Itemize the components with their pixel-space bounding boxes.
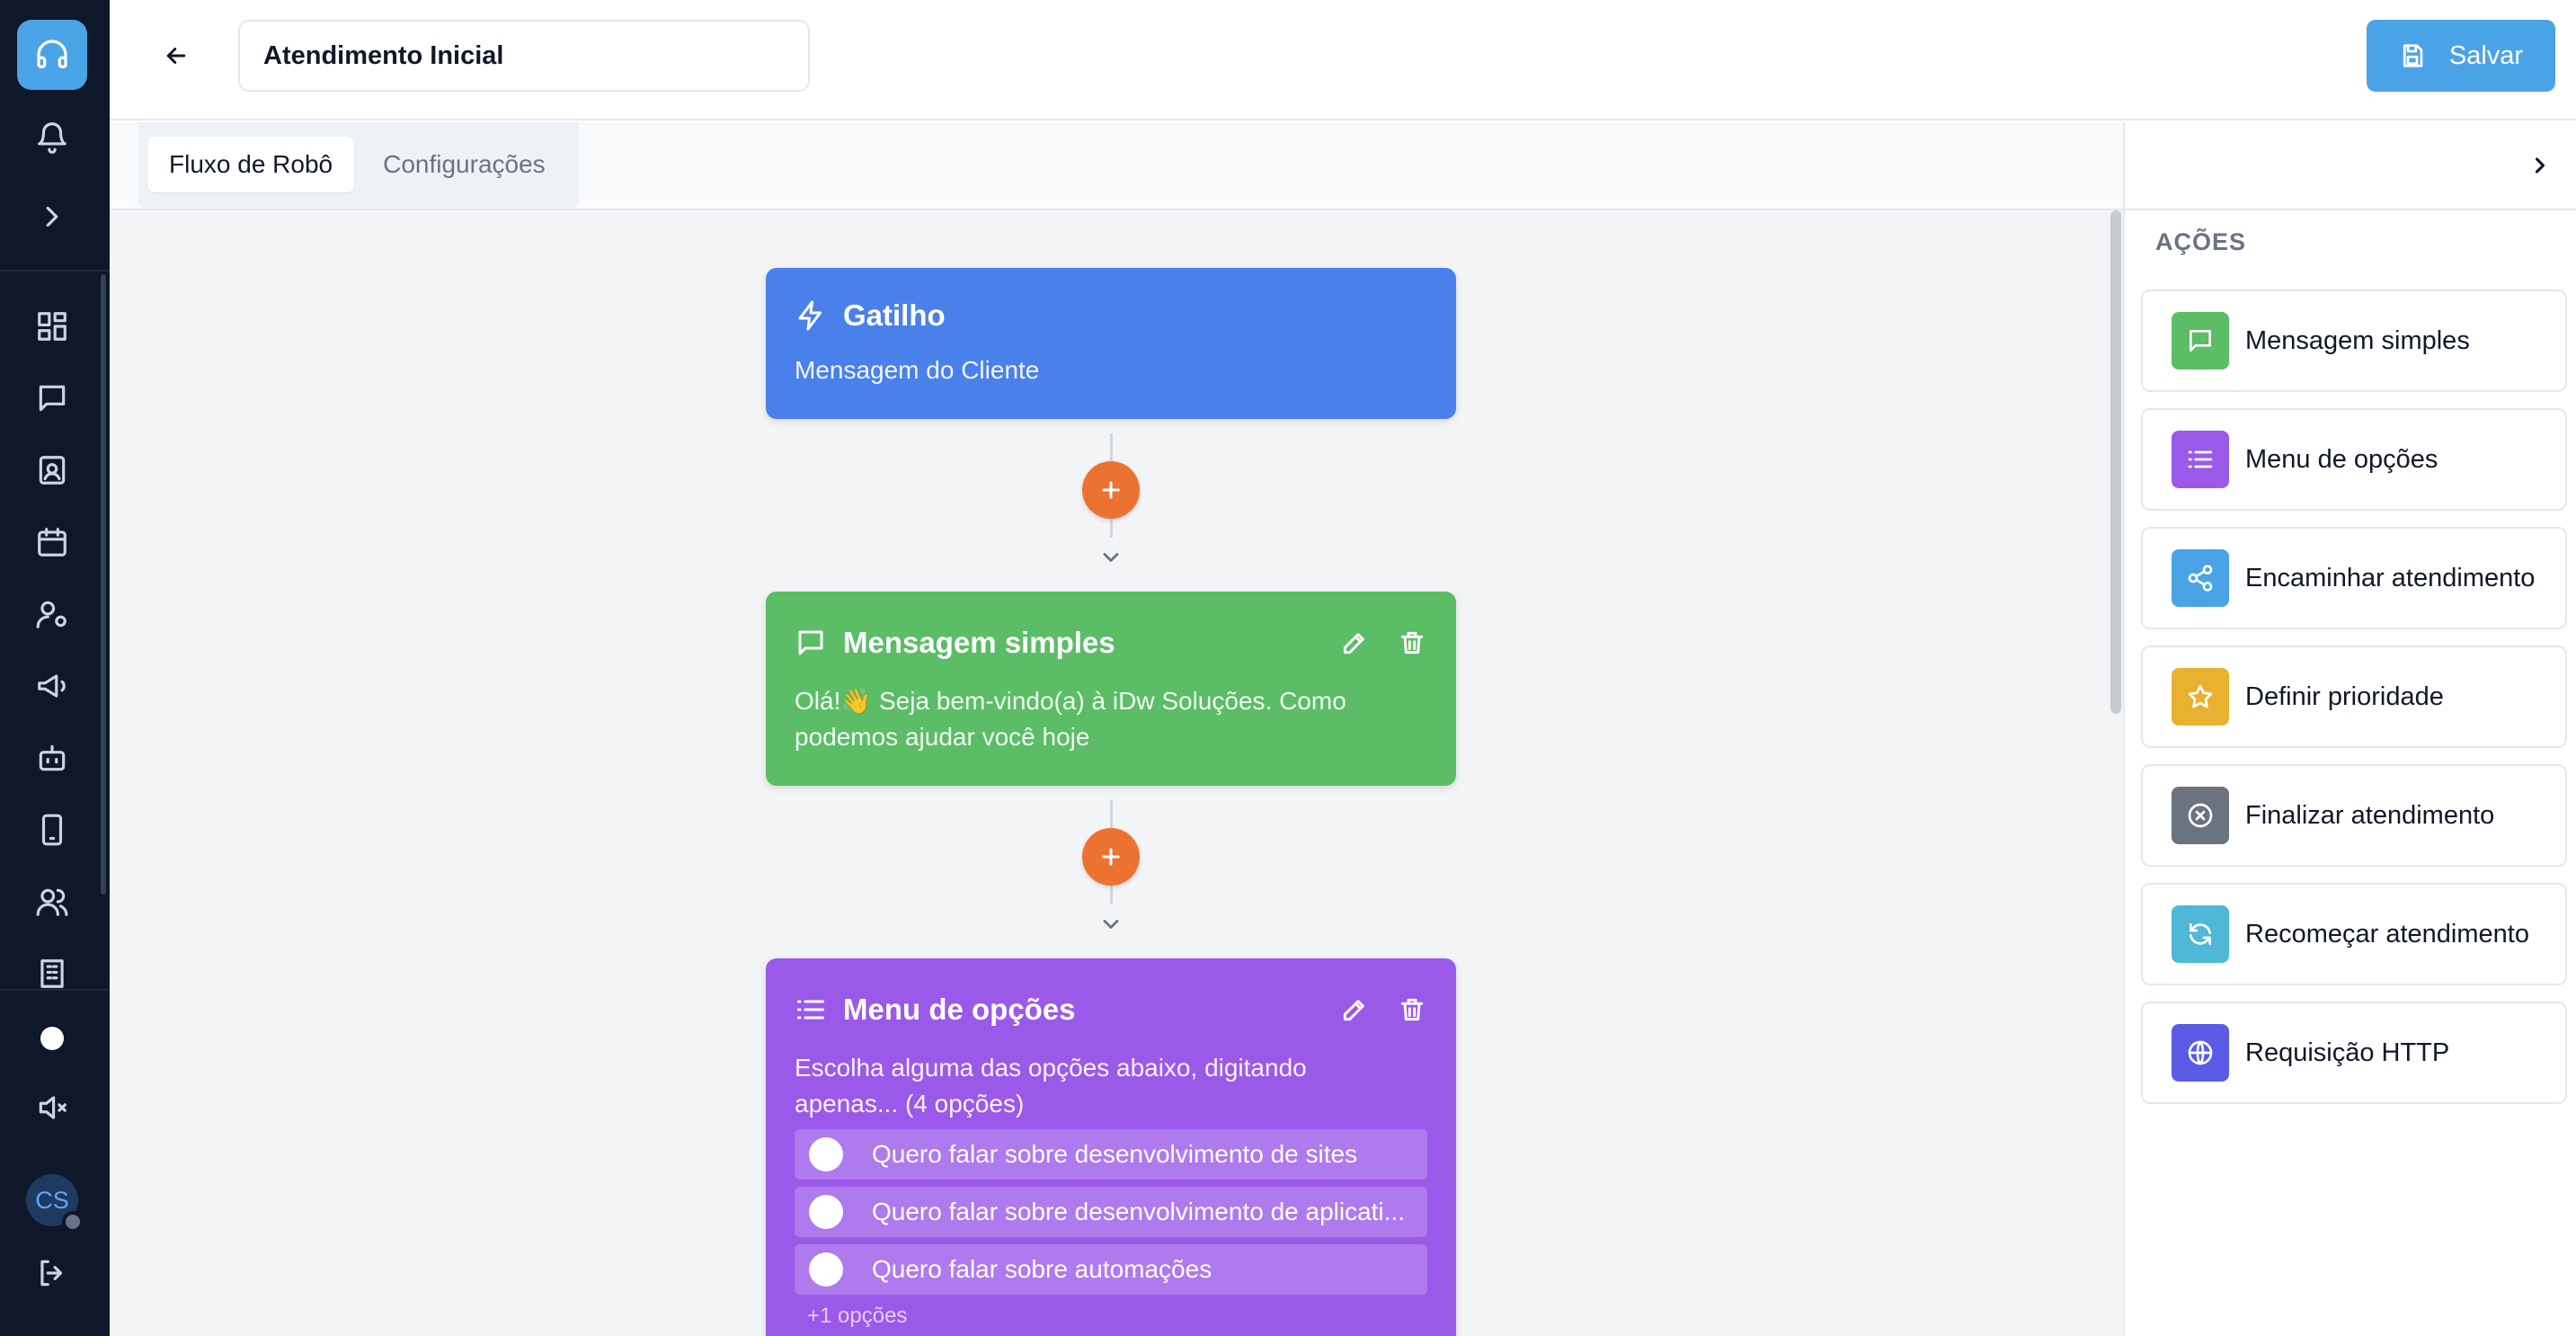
action-encaminhar-atendimento[interactable]: Encaminhar atendimento: [2141, 527, 2567, 629]
refresh-icon: [2172, 905, 2229, 963]
trigger-node-description: Mensagem do Cliente: [795, 356, 1040, 384]
chevron-down-icon: [1098, 545, 1124, 570]
message-node-text: Olá!👋 Seja bem-vindo(a) à iDw Soluções. …: [795, 687, 1346, 751]
menu-node-text: Escolha alguma das opções abaixo, digita…: [795, 1054, 1307, 1118]
action-recomecar-atendimento[interactable]: Recomeçar atendimento: [2141, 883, 2567, 985]
plus-icon: [1102, 481, 1120, 499]
phone-icon[interactable]: [23, 801, 81, 859]
tab-bar: Fluxo de Robô Configurações: [110, 122, 2123, 210]
tab-configuracoes[interactable]: Configurações: [361, 137, 567, 192]
action-label: Menu de opções: [2245, 444, 2438, 474]
avatar-initials: CS: [35, 1186, 69, 1214]
add-step-button[interactable]: [1082, 461, 1140, 519]
trash-icon[interactable]: [1397, 628, 1427, 658]
message-node[interactable]: Mensagem simples Olá!👋 Seja bem-vindo(a)…: [766, 592, 1456, 786]
chat-icon[interactable]: [23, 370, 81, 427]
option-radio: [809, 1195, 843, 1229]
option-radio: [809, 1137, 843, 1171]
logout-icon[interactable]: [23, 1244, 81, 1302]
user-settings-icon[interactable]: [23, 585, 81, 643]
back-button[interactable]: [151, 34, 201, 77]
app-sidebar: CS: [0, 0, 110, 1336]
dashboard-icon[interactable]: [23, 298, 81, 355]
edit-icon[interactable]: [1339, 994, 1370, 1025]
bell-icon[interactable]: [23, 108, 81, 165]
menu-node[interactable]: Menu de opções Escolha alguma das opções…: [766, 958, 1456, 1336]
menu-node-title: Menu de opções: [843, 993, 1076, 1026]
collapse-panel-button[interactable]: [2522, 147, 2558, 183]
action-finalizar-atendimento[interactable]: Finalizar atendimento: [2141, 764, 2567, 867]
edit-icon[interactable]: [1339, 628, 1370, 658]
menu-option-label: Quero falar sobre desenvolvimento de apl…: [872, 1198, 1405, 1225]
message-icon: [2172, 312, 2229, 370]
action-label: Encaminhar atendimento: [2245, 563, 2536, 592]
action-label: Finalizar atendimento: [2245, 800, 2495, 830]
star-icon: [2172, 668, 2229, 726]
menu-option[interactable]: Quero falar sobre desenvolvimento de apl…: [795, 1187, 1427, 1237]
action-definir-prioridade[interactable]: Definir prioridade: [2141, 646, 2567, 748]
status-dot[interactable]: [40, 1027, 64, 1050]
headset-icon[interactable]: [17, 20, 87, 90]
add-step-button[interactable]: [1082, 828, 1140, 886]
flow-canvas[interactable]: Fluxo de Robô Configurações Gatilho Mens…: [110, 122, 2123, 1336]
more-options-label: +1 opções: [807, 1304, 908, 1328]
save-icon: [2403, 44, 2423, 67]
contacts-icon[interactable]: [23, 441, 81, 499]
calendar-icon[interactable]: [23, 513, 81, 571]
flow-name-input[interactable]: [238, 20, 810, 92]
chevron-right-icon: [2535, 157, 2545, 174]
list-icon: [2172, 431, 2229, 488]
trigger-node[interactable]: Gatilho Mensagem do Cliente: [766, 268, 1456, 419]
volume-mute-icon[interactable]: [23, 1079, 81, 1136]
megaphone-icon[interactable]: [23, 657, 81, 715]
sidebar-scrollbar[interactable]: [101, 274, 106, 895]
tab-fluxo-de-robo[interactable]: Fluxo de Robô: [147, 137, 355, 192]
share-icon: [2172, 549, 2229, 607]
bot-icon[interactable]: [23, 729, 81, 787]
users-icon[interactable]: [23, 873, 81, 931]
sidebar-divider: [0, 989, 110, 991]
building-icon[interactable]: [23, 945, 81, 1002]
tabs: Fluxo de Robô Configurações: [138, 122, 579, 209]
action-mensagem-simples[interactable]: Mensagem simples: [2141, 289, 2567, 392]
menu-option[interactable]: Quero falar sobre desenvolvimento de sit…: [795, 1129, 1427, 1180]
actions-panel-header: [2125, 122, 2576, 210]
plus-icon: [1102, 848, 1120, 866]
sidebar-divider: [0, 270, 110, 272]
action-label: Definir prioridade: [2245, 681, 2444, 711]
menu-option-label: Quero falar sobre automações: [872, 1255, 1212, 1283]
trash-icon[interactable]: [1397, 994, 1427, 1025]
actions-panel: AÇÕES Mensagem simples Menu de opções En…: [2123, 122, 2576, 1336]
close-circle-icon: [2172, 787, 2229, 844]
top-bar: Salvar: [110, 0, 2576, 120]
menu-option[interactable]: Quero falar sobre automações: [795, 1244, 1427, 1295]
save-button-label: Salvar: [2448, 40, 2524, 70]
message-icon: [798, 630, 823, 655]
save-button[interactable]: Salvar: [2367, 20, 2555, 92]
option-radio: [809, 1252, 843, 1287]
list-icon: [797, 1000, 824, 1020]
menu-option-label: Quero falar sobre desenvolvimento de sit…: [872, 1140, 1358, 1168]
action-label: Recomeçar atendimento: [2245, 919, 2529, 949]
action-label: Requisição HTTP: [2245, 1038, 2450, 1067]
avatar-status-badge: [62, 1211, 84, 1233]
arrow-left-icon: [166, 48, 186, 64]
lightning-icon: [798, 300, 822, 331]
action-requisicao-http[interactable]: Requisição HTTP: [2141, 1002, 2567, 1104]
canvas-scrollbar[interactable]: [2110, 210, 2121, 714]
globe-icon: [2172, 1024, 2229, 1082]
action-menu-de-opcoes[interactable]: Menu de opções: [2141, 408, 2567, 511]
action-label: Mensagem simples: [2245, 325, 2470, 355]
chevron-down-icon: [1098, 912, 1124, 937]
message-node-title: Mensagem simples: [843, 626, 1115, 659]
actions-section-title: AÇÕES: [2155, 228, 2247, 255]
trigger-node-title: Gatilho: [843, 298, 946, 332]
chevron-right-icon[interactable]: [23, 188, 81, 245]
